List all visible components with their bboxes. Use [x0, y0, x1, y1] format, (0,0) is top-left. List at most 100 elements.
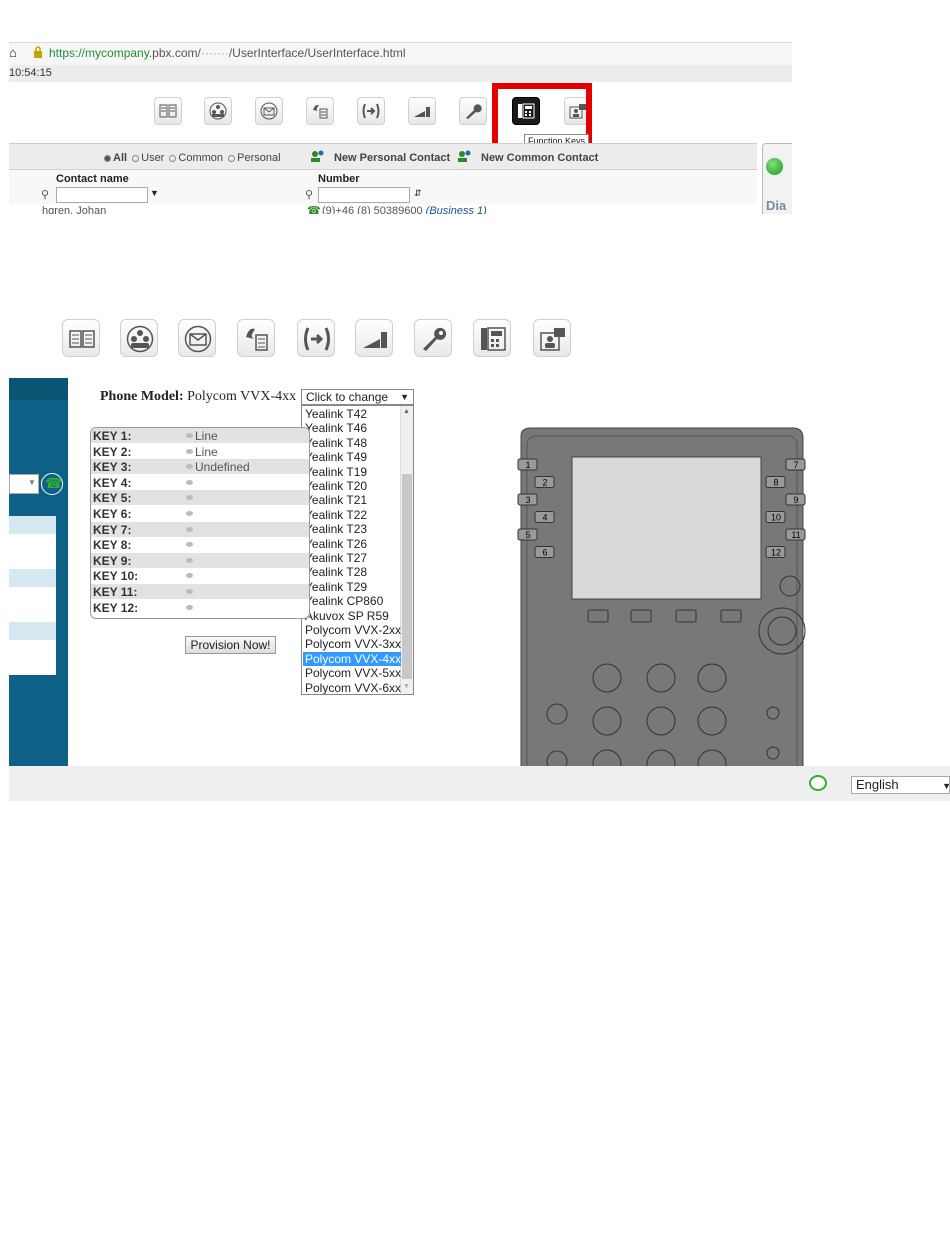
function-key-row[interactable]: KEY 12:: [91, 600, 309, 615]
key-status-icon: [186, 511, 193, 516]
dropdown-option[interactable]: Polycom VVX-6xx: [305, 681, 401, 694]
dropdown-option[interactable]: Yealink T19: [305, 465, 397, 479]
function-key-row[interactable]: KEY 3: Undefined: [91, 459, 309, 475]
dial-label[interactable]: Dia: [766, 198, 786, 213]
statistics-icon[interactable]: [355, 319, 393, 357]
dropdown-option[interactable]: Yealink T23: [305, 522, 397, 536]
fax-icon[interactable]: [237, 319, 275, 357]
dropdown-option[interactable]: Polycom VVX-3xx: [305, 637, 401, 651]
dial-call-icon[interactable]: ☎: [41, 473, 63, 495]
new-personal-contact-link[interactable]: New Personal Contact: [334, 152, 450, 164]
function-key-row[interactable]: KEY 6:: [91, 506, 309, 521]
radio-personal[interactable]: [228, 154, 236, 162]
scroll-down-icon[interactable]: ▼: [403, 683, 410, 690]
function-key-row[interactable]: KEY 7:: [91, 521, 309, 537]
radio-all[interactable]: [104, 154, 111, 162]
table-row[interactable]: hgren, Johan ☎ (9)+46 (8) 50389600 (Busi…: [9, 204, 757, 214]
function-key-row[interactable]: KEY 8:: [91, 537, 309, 552]
key-status-icon: [186, 526, 193, 532]
filter-personal-label: Personal: [237, 152, 281, 164]
url-domain: .pbx.com/: [148, 46, 201, 60]
fax-icon[interactable]: [306, 97, 334, 125]
name-sort-arrow-icon[interactable]: ▼: [150, 188, 159, 198]
key-status-icon: [186, 573, 193, 579]
function-key-row[interactable]: KEY 4:: [91, 475, 309, 490]
statistics-icon[interactable]: [408, 97, 436, 125]
function-key-row[interactable]: KEY 5:: [91, 490, 309, 506]
scrollbar-thumb[interactable]: [402, 474, 412, 679]
dropdown-option[interactable]: Yealink T22: [305, 508, 397, 522]
sidebar-row[interactable]: [9, 587, 56, 622]
contact-name-filter-input[interactable]: [56, 187, 148, 203]
dropdown-option[interactable]: Yealink T20: [305, 479, 397, 493]
number-filter-input[interactable]: [318, 187, 410, 203]
function-key-row[interactable]: KEY 2: Line: [91, 444, 309, 459]
address-bar[interactable]: ⌂ https://mycompany.pbx.com/·······/User…: [9, 42, 792, 66]
function-key-row[interactable]: KEY 9:: [91, 552, 309, 568]
dropdown-scrollbar[interactable]: ▲ ▼: [400, 406, 413, 694]
language-select[interactable]: English ▼: [851, 776, 950, 794]
number-value: (9)+46 (8) 50389600: [322, 205, 423, 214]
dropdown-option[interactable]: Yealink T27: [305, 551, 397, 565]
function-key-label: KEY 9:: [93, 553, 132, 568]
phonebook-icon[interactable]: [62, 319, 100, 357]
sidebar-row[interactable]: [9, 516, 56, 534]
dropdown-option[interactable]: Polycom VVX-4xx: [303, 651, 401, 666]
dropdown-option[interactable]: Akuvox SP R59: [305, 609, 397, 623]
phone-model-select[interactable]: Click to change ▼: [301, 389, 414, 405]
dropdown-option[interactable]: Yealink T29: [305, 580, 397, 594]
home-icon[interactable]: ⌂: [9, 45, 17, 60]
provision-now-button[interactable]: Provision Now!: [185, 636, 276, 654]
dropdown-option[interactable]: Yealink T46: [305, 421, 397, 435]
new-common-contact-link[interactable]: New Common Contact: [481, 152, 598, 164]
sidebar-row[interactable]: [9, 569, 56, 587]
number-header[interactable]: Number: [318, 173, 360, 185]
radio-common[interactable]: [169, 154, 177, 162]
number-sort-icon[interactable]: ⇵: [414, 188, 422, 199]
dropdown-option[interactable]: Polycom VVX-2xx: [305, 623, 401, 637]
dropdown-option[interactable]: Yealink CP860: [305, 594, 397, 608]
dropdown-option[interactable]: Yealink T21: [305, 493, 397, 507]
function-keys-screenshot: ▼ ☎ Phone Model: Polycom VVX-4xx Click t…: [9, 378, 950, 801]
key-status-icon: [186, 589, 193, 594]
function-key-row[interactable]: KEY 10:: [91, 568, 309, 583]
number-search-icon: ⚲: [305, 189, 314, 201]
settings-icon[interactable]: [459, 97, 487, 125]
sidebar-row[interactable]: [9, 534, 56, 569]
lock-icon: [33, 46, 43, 62]
phone-model-dropdown[interactable]: ▲ ▼ Yealink T42 Yealink T46 Yealink T48 Yea…: [301, 405, 414, 695]
conference-icon[interactable]: [120, 319, 158, 357]
call-forward-icon[interactable]: [357, 97, 385, 125]
function-keys-table: KEY 1: Line KEY 2: Line KEY 3: Undefined KEY 4…: [90, 427, 310, 619]
left-sidebar: ▼ ☎: [9, 378, 68, 766]
dropdown-option[interactable]: Yealink T26: [305, 537, 397, 551]
voicemail-icon[interactable]: [255, 97, 283, 125]
voicemail-icon[interactable]: [178, 319, 216, 357]
function-key-label: KEY 3:: [93, 460, 132, 475]
dropdown-option[interactable]: Yealink T49: [305, 450, 397, 464]
sidebar-row[interactable]: [9, 622, 56, 640]
phone-icon: ☎: [45, 475, 63, 491]
phonebook-icon[interactable]: [154, 97, 182, 125]
dropdown-option[interactable]: Yealink T48: [305, 436, 397, 450]
profile-icon[interactable]: [533, 319, 571, 357]
settings-icon[interactable]: [414, 319, 452, 357]
call-forward-icon[interactable]: [297, 319, 335, 357]
phone-call-icon[interactable]: ☎: [307, 204, 321, 214]
conference-icon[interactable]: [204, 97, 232, 125]
dropdown-option[interactable]: Polycom VVX-5xx: [305, 666, 401, 680]
language-value: English: [856, 777, 899, 792]
sidebar-select[interactable]: ▼: [9, 474, 39, 494]
radio-user[interactable]: [132, 154, 140, 162]
scroll-up-icon[interactable]: ▲: [403, 408, 410, 415]
function-key-row[interactable]: KEY 11:: [91, 584, 309, 599]
function-key-label: KEY 2:: [93, 444, 132, 459]
function-key-row[interactable]: KEY 1: Line: [91, 428, 309, 443]
dropdown-option[interactable]: Yealink T28: [305, 565, 397, 579]
sidebar-row[interactable]: [9, 640, 56, 675]
dropdown-option[interactable]: Yealink T42: [305, 407, 397, 421]
function-keys-icon[interactable]: [473, 319, 511, 357]
contact-name-header[interactable]: Contact name: [56, 173, 129, 185]
chat-status-icon[interactable]: [809, 775, 827, 791]
filter-common-label: Common: [178, 152, 224, 164]
